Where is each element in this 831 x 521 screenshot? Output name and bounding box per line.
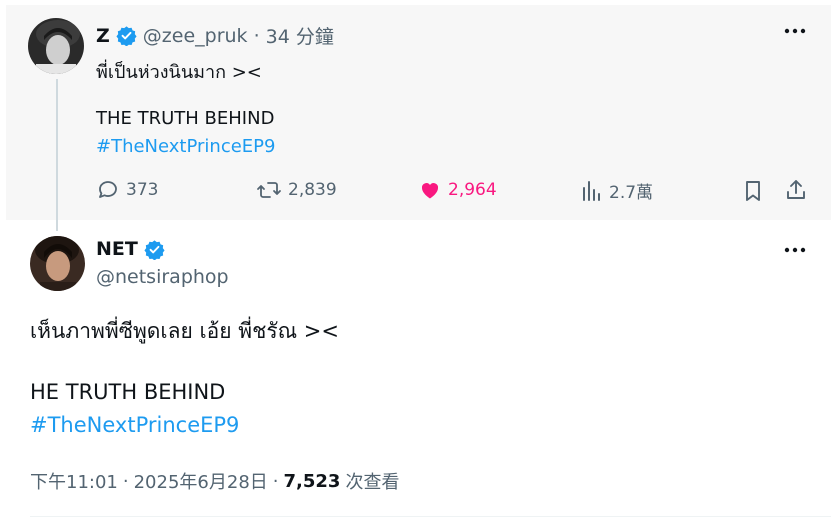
main-avatar[interactable]: [30, 236, 85, 291]
meta-separator: ·: [253, 24, 260, 47]
main-hashtag[interactable]: #TheNextPrinceEP9: [30, 413, 239, 437]
parent-handle[interactable]: @zee_pruk: [143, 25, 248, 47]
main-display-name[interactable]: NET: [96, 238, 138, 260]
tweet-date[interactable]: 2025年6月28日: [134, 468, 268, 494]
more-icon[interactable]: [784, 21, 806, 46]
tweet-time[interactable]: 下午11:01: [30, 468, 118, 494]
parent-time[interactable]: 34 分鐘: [266, 22, 334, 49]
meta-separator: ·: [122, 470, 129, 492]
like-icon: [418, 178, 442, 202]
parent-display-name[interactable]: Z: [96, 25, 110, 47]
meta-separator: ·: [272, 470, 279, 492]
parent-hashtag[interactable]: #TheNextPrinceEP9: [96, 136, 276, 157]
reply-button[interactable]: 373: [96, 178, 158, 202]
views-icon: [581, 179, 603, 203]
like-count: 2,964: [448, 180, 497, 200]
more-icon[interactable]: [784, 240, 806, 265]
views-button[interactable]: 2.7萬: [581, 178, 653, 203]
main-handle[interactable]: @netsiraphop: [96, 266, 229, 288]
parent-avatar[interactable]: [28, 18, 84, 74]
repost-count: 2,839: [288, 180, 337, 200]
parent-text-line2: THE TRUTH BEHIND: [96, 108, 275, 129]
verified-badge-icon: [116, 25, 137, 46]
repost-button[interactable]: 2,839: [256, 178, 337, 202]
share-icon[interactable]: [784, 178, 808, 206]
like-button[interactable]: 2,964: [418, 178, 497, 202]
reply-icon: [96, 178, 120, 202]
tweet-meta: 下午11:01 · 2025年6月28日 · 7,523 次查看: [30, 468, 399, 494]
main-text-line1: เห็นภาพพี่ซีพูดเลย เอ้ย พี่ชรัณ ><: [30, 319, 339, 343]
views-label: 次查看: [345, 472, 400, 493]
divider: [30, 516, 831, 517]
bookmark-icon[interactable]: [742, 179, 764, 207]
reply-count: 373: [126, 180, 159, 200]
parent-tweet[interactable]: Z @zee_pruk · 34 分鐘 พี่เป็นห่วงนินมาก ><…: [6, 5, 831, 220]
main-text-line2: HE TRUTH BEHIND: [30, 380, 226, 404]
views-count-main: 7,523: [283, 470, 341, 492]
thread-connector: [56, 79, 58, 231]
views-count: 2.7萬: [609, 183, 654, 203]
parent-text-line1: พี่เป็นห่วงนินมาก ><: [96, 62, 262, 83]
verified-badge-icon: [144, 239, 165, 260]
repost-icon: [256, 178, 282, 202]
